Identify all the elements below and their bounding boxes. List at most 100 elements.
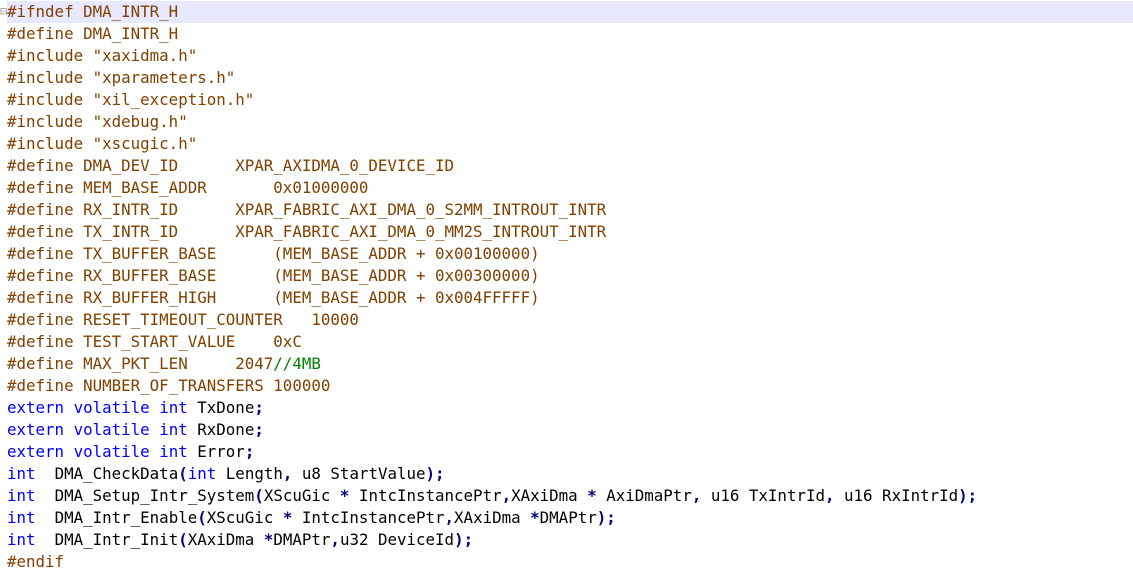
code-token: volatile <box>73 420 150 439</box>
code-token: ( <box>197 508 207 527</box>
code-line[interactable]: #define DMA_DEV_ID XPAR_AXIDMA_0_DEVICE_… <box>7 155 1133 177</box>
code-token: XAxiDma <box>454 508 531 527</box>
code-text-area[interactable]: #ifndef DMA_INTR_H #define DMA_INTR_H #inc… <box>7 1 1133 573</box>
code-line[interactable]: int DMA_Setup_Intr_System(XScuGic * Intc… <box>7 485 1133 507</box>
code-token: u16 TxIntrId <box>701 486 825 505</box>
code-line[interactable]: #define TEST_START_VALUE 0xC <box>7 331 1133 353</box>
code-token: int <box>159 420 188 439</box>
code-token: , <box>330 530 340 549</box>
code-token: #define DMA_DEV_ID XPAR_AXIDMA_0_DEVICE_… <box>7 156 454 175</box>
code-token: ); <box>596 508 616 527</box>
code-token: , <box>444 508 455 527</box>
code-token: extern <box>7 442 65 461</box>
code-token: int <box>187 464 217 483</box>
code-token: RxDone <box>187 420 255 439</box>
code-token: int <box>7 508 36 527</box>
code-line[interactable]: extern volatile int RxDone; <box>7 419 1133 441</box>
code-line[interactable]: #define RESET_TIMEOUT_COUNTER 10000 <box>7 309 1133 331</box>
code-token: IntcInstancePtr <box>292 508 445 527</box>
code-token: ); <box>958 486 978 505</box>
code-token: DMAPtr <box>539 508 597 527</box>
code-token: u8 StartValue <box>292 464 426 483</box>
code-token: DMA_Intr_Enable <box>35 508 198 527</box>
code-token: extern <box>7 398 65 417</box>
code-token: #ifndef DMA_INTR_H <box>7 2 179 21</box>
code-token: , <box>501 486 512 505</box>
code-line[interactable]: #define RX_BUFFER_BASE (MEM_BASE_ADDR + … <box>7 265 1133 287</box>
code-token: * <box>282 508 293 527</box>
code-token: #include "xdebug.h" <box>7 112 188 131</box>
code-line[interactable]: #include "xscugic.h" <box>7 133 1133 155</box>
code-token: XAxiDma <box>511 486 588 505</box>
code-token: int <box>7 464 36 483</box>
fold-collapse-icon[interactable]: ⊟ <box>0 3 7 19</box>
code-token: * <box>587 486 597 505</box>
code-token: #define TEST_START_VALUE 0xC <box>7 332 302 351</box>
code-token: int <box>159 398 188 417</box>
code-token: u32 DeviceId <box>339 530 455 549</box>
code-token: ( <box>178 530 188 549</box>
code-line[interactable]: #define DMA_INTR_H <box>7 23 1133 45</box>
code-line[interactable]: #define MEM_BASE_ADDR 0x01000000 <box>7 177 1133 199</box>
code-token: #define TX_INTR_ID XPAR_FABRIC_AXI_DMA_0… <box>7 222 607 241</box>
code-line[interactable]: #define RX_BUFFER_HIGH (MEM_BASE_ADDR + … <box>7 287 1133 309</box>
code-token: * <box>263 530 274 549</box>
code-line[interactable]: #define MAX_PKT_LEN 2047//4MB <box>7 353 1133 375</box>
code-token: Length <box>216 464 283 483</box>
code-line[interactable]: #include "xil_exception.h" <box>7 89 1133 111</box>
code-line[interactable]: int DMA_Intr_Init(XAxiDma *DMAPtr,u32 De… <box>7 529 1133 551</box>
code-token: ( <box>178 464 188 483</box>
code-token: volatile <box>73 398 150 417</box>
code-token: #define NUMBER_OF_TRANSFERS 100000 <box>7 376 331 395</box>
code-token: ( <box>254 486 264 505</box>
code-line[interactable]: #define RX_INTR_ID XPAR_FABRIC_AXI_DMA_0… <box>7 199 1133 221</box>
code-token: #include "xaxidma.h" <box>7 46 198 65</box>
code-token: #define MEM_BASE_ADDR 0x01000000 <box>7 178 369 197</box>
code-token: IntcInstancePtr <box>349 486 502 505</box>
code-token: * <box>339 486 350 505</box>
code-line[interactable]: int DMA_CheckData(int Length, u8 StartVa… <box>7 463 1133 485</box>
code-token: #include "xscugic.h" <box>7 134 198 153</box>
code-line[interactable]: #ifndef DMA_INTR_H <box>7 1 1133 23</box>
code-token: * <box>530 508 540 527</box>
code-token: #define DMA_INTR_H <box>7 24 179 43</box>
code-token: XScuGic <box>206 508 283 527</box>
code-token: ; <box>254 398 264 417</box>
code-token: XScuGic <box>263 486 340 505</box>
code-token: extern <box>7 420 65 439</box>
code-token: //4MB <box>273 354 321 373</box>
code-token: int <box>7 530 36 549</box>
code-line[interactable]: #endif <box>7 551 1133 573</box>
code-token: #include "xparameters.h" <box>7 68 236 87</box>
code-token: AxiDmaPtr <box>596 486 692 505</box>
code-token: DMA_Intr_Init <box>35 530 179 549</box>
code-token: #define RX_INTR_ID XPAR_FABRIC_AXI_DMA_0… <box>7 200 607 219</box>
code-token: ); <box>454 530 474 549</box>
code-token: ); <box>425 464 445 483</box>
code-token: #define RX_BUFFER_HIGH (MEM_BASE_ADDR + … <box>7 288 540 307</box>
code-line[interactable]: #define TX_INTR_ID XPAR_FABRIC_AXI_DMA_0… <box>7 221 1133 243</box>
code-token: ; <box>244 442 255 461</box>
code-token: , <box>691 486 702 505</box>
code-editor[interactable]: ⊟ #ifndef DMA_INTR_H #define DMA_INTR_H #i… <box>0 0 1133 577</box>
code-token: #define RX_BUFFER_BASE (MEM_BASE_ADDR + … <box>7 266 540 285</box>
code-line[interactable]: #define NUMBER_OF_TRANSFERS 100000 <box>7 375 1133 397</box>
code-token: #include "xil_exception.h" <box>7 90 255 109</box>
code-line[interactable]: #include "xaxidma.h" <box>7 45 1133 67</box>
code-line[interactable]: extern volatile int TxDone; <box>7 397 1133 419</box>
code-line[interactable]: #include "xparameters.h" <box>7 67 1133 89</box>
code-line[interactable]: #include "xdebug.h" <box>7 111 1133 133</box>
code-token: ; <box>254 420 264 439</box>
code-token: XAxiDma <box>187 530 264 549</box>
code-line[interactable]: extern volatile int Error; <box>7 441 1133 463</box>
code-line[interactable]: int DMA_Intr_Enable(XScuGic * IntcInstan… <box>7 507 1133 529</box>
code-token: #define TX_BUFFER_BASE (MEM_BASE_ADDR + … <box>7 244 540 263</box>
code-token: Error <box>187 442 245 461</box>
code-line[interactable]: #define TX_BUFFER_BASE (MEM_BASE_ADDR + … <box>7 243 1133 265</box>
code-token: , <box>282 464 293 483</box>
